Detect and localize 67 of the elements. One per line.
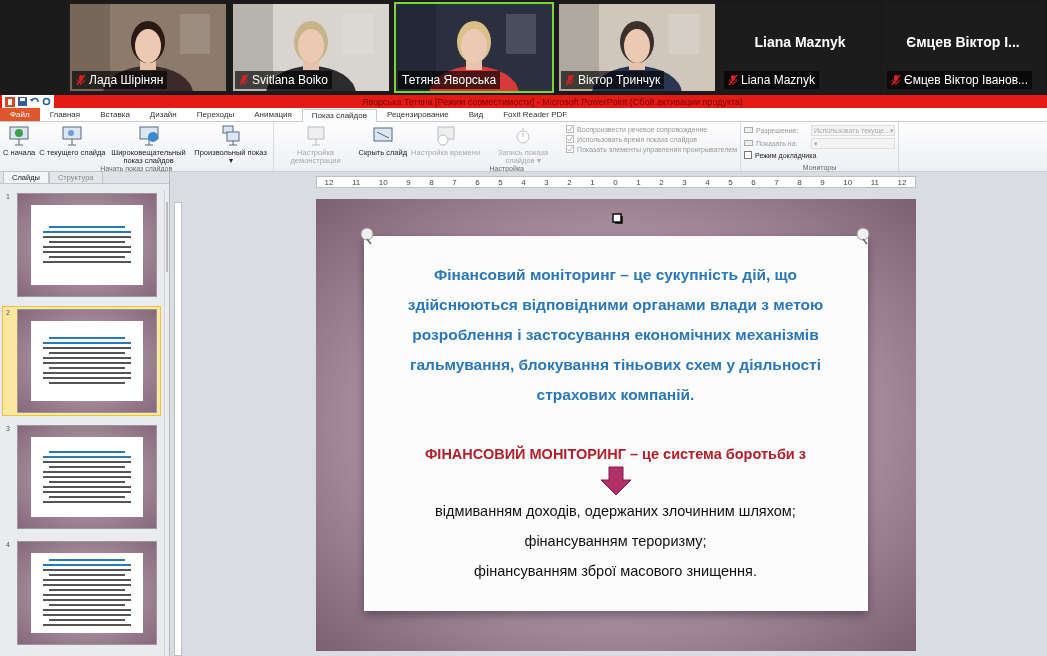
slide-thumbnail[interactable] bbox=[17, 425, 157, 529]
pin-icon bbox=[853, 227, 872, 245]
ruler-number: 7 bbox=[452, 177, 457, 187]
slide-text: відмиванням доходів, одержаних злочинним шляхом; bbox=[435, 502, 796, 521]
ruler-number: 8 bbox=[797, 177, 802, 187]
muted-microphone-icon bbox=[891, 74, 901, 86]
muted-microphone-icon bbox=[76, 74, 86, 86]
ruler-number: 10 bbox=[378, 177, 388, 187]
definition-text: Фінансовий моніторинг – це сукупність дій, що здійснюються відповідними органами влади з метою розроблення і застосування економічних механізмів гальмування, блокування тіньових схем у діяльності страхових компаній. bbox=[406, 265, 825, 405]
projector-globe-icon bbox=[136, 124, 161, 148]
slide-thumbnail[interactable] bbox=[17, 309, 157, 413]
ruler-number: 3 bbox=[682, 177, 687, 187]
ruler-number: 9 bbox=[406, 177, 411, 187]
ruler-number: 1 bbox=[590, 177, 595, 187]
participant-name: Ємцев Віктор І... bbox=[905, 34, 1021, 50]
ruler-number: 10 bbox=[843, 177, 853, 187]
ruler-number: 0 bbox=[613, 177, 618, 187]
save-icon[interactable] bbox=[18, 97, 27, 106]
muted-microphone-icon bbox=[239, 74, 249, 86]
muted-microphone-icon bbox=[565, 74, 575, 86]
muted-microphone-icon bbox=[728, 74, 738, 86]
ruler-number: 1 bbox=[636, 177, 641, 187]
slide-text: фінансуванням зброї масового знищення. bbox=[474, 562, 757, 581]
slide-heading: ФІНАНСОВИЙ МОНІТОРИНГ – це система боротьби з bbox=[425, 446, 806, 462]
participant-name: Liana Maznyk bbox=[753, 34, 847, 50]
participant-name: Ємцев Віктор Іванов... bbox=[904, 73, 1029, 87]
ruler-number: 4 bbox=[521, 177, 526, 187]
participant-name: Тетяна Яворська bbox=[402, 73, 497, 87]
down-arrow-icon bbox=[599, 466, 632, 496]
ruler-number: 7 bbox=[774, 177, 779, 187]
file-tab[interactable]: Файл bbox=[0, 108, 40, 121]
ruler-number: 5 bbox=[728, 177, 733, 187]
ruler-number: 9 bbox=[820, 177, 825, 187]
ribbon-tab[interactable]: Рецензирование bbox=[376, 108, 459, 121]
redo-icon[interactable] bbox=[42, 97, 51, 106]
ribbon-tab[interactable]: Показ слайдов bbox=[301, 109, 377, 122]
window-title: Яворська Тетяна [Режим совместимости] - Microsoft PowerPoint (Сбой активации продукта) bbox=[360, 96, 745, 107]
participant-name: Лада Шірінян bbox=[89, 73, 164, 87]
ruler-number: 2 bbox=[567, 177, 572, 187]
ruler-number: 11 bbox=[351, 177, 361, 187]
ribbon-tab[interactable]: Вид bbox=[458, 108, 494, 121]
ribbon-tab[interactable]: Дизайн bbox=[139, 108, 187, 121]
ribbon-tab[interactable]: Анимация bbox=[244, 108, 302, 121]
ruler-number: 4 bbox=[705, 177, 710, 187]
ribbon-tab[interactable]: Главная bbox=[39, 108, 91, 121]
projector-screen-icon bbox=[7, 124, 32, 148]
slide-thumbnail[interactable] bbox=[17, 541, 157, 645]
participant-name: Liana Maznyk bbox=[741, 73, 816, 87]
ruler-number: 8 bbox=[429, 177, 434, 187]
ruler-number: 12 bbox=[324, 177, 334, 187]
ruler-number: 11 bbox=[870, 177, 880, 187]
ribbon-tab[interactable]: Foxit Reader PDF bbox=[493, 108, 578, 121]
ruler-number: 3 bbox=[544, 177, 549, 187]
pin-icon bbox=[357, 227, 376, 245]
ribbon-tab[interactable]: Переходы bbox=[186, 108, 245, 121]
ruler-number: 2 bbox=[659, 177, 664, 187]
ruler-number: 12 bbox=[897, 177, 907, 187]
ribbon-tab[interactable]: Вставка bbox=[90, 108, 140, 121]
slide-text: фінансуванням тероризму; bbox=[524, 532, 707, 551]
placeholder-icon bbox=[611, 213, 623, 224]
ruler-number: 5 bbox=[498, 177, 503, 187]
projector-screen-icon bbox=[60, 124, 85, 148]
ruler-number: 6 bbox=[475, 177, 480, 187]
participant-name: Svitlana Boiko bbox=[252, 73, 329, 87]
slide-thumbnail[interactable] bbox=[17, 193, 157, 297]
participant-name: Віктор Тринчук bbox=[578, 73, 661, 87]
ruler-number: 6 bbox=[751, 177, 756, 187]
